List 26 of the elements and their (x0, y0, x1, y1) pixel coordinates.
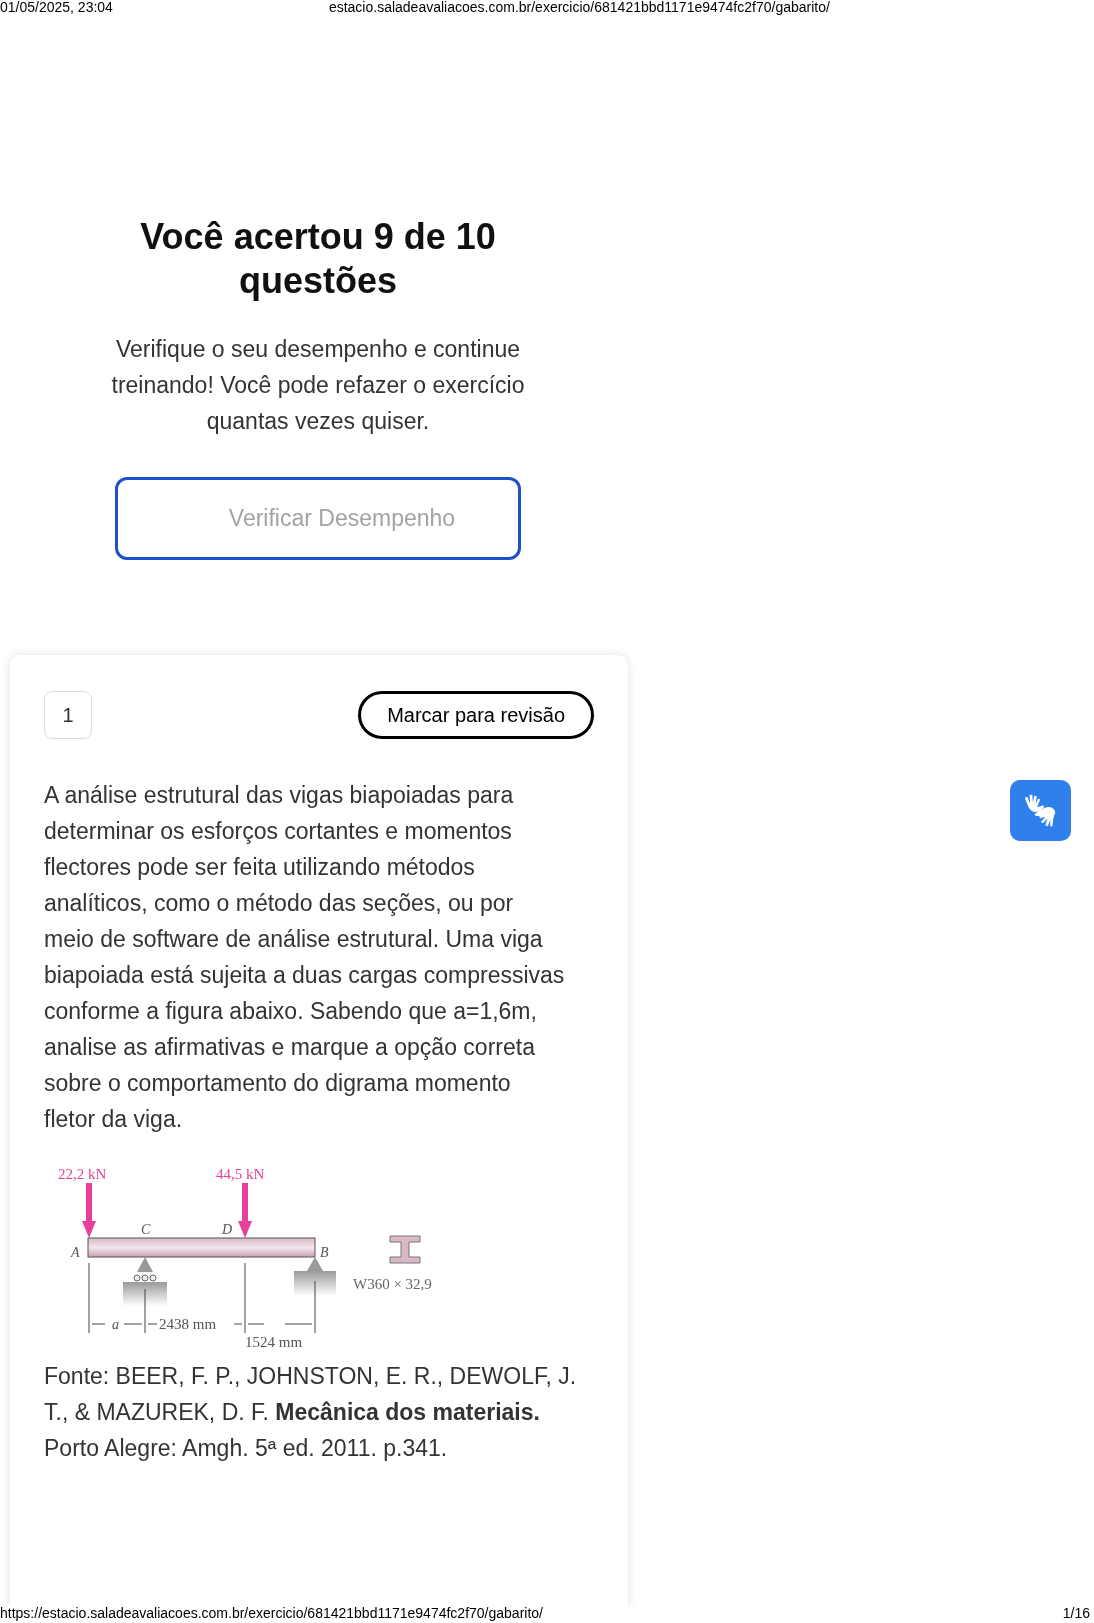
load-arrow (82, 1183, 96, 1238)
point-label: B (320, 1245, 329, 1260)
section-label: W360 × 32,9 (353, 1276, 432, 1292)
point-label: A (71, 1245, 80, 1260)
source-citation: Fonte: BEER, F. P., JOHNSTON, E. R., DEWOLF, J. T., & MAZUREK, D. F. Mecânica dos materiais. Porto Alegre: Amgh. 5ª ed. 2011. p.341. (44, 1362, 578, 1463)
point-label: C (141, 1222, 151, 1237)
result-message: Verifique o seu desempenho e continue treinando! Você pode refazer o exercício quantas vezes quiser. (110, 335, 526, 436)
dimension-label: 2438 mm (159, 1316, 217, 1332)
i-beam-section-icon (389, 1235, 421, 1264)
result-title: Você acertou 9 de 10 questões (139, 215, 497, 303)
question-statement: A análise estrutural das vigas biapoiadas para determinar os esforços cortantes e momentos flectores pode ser feita utilizando métodos analíticos, como o método das seções, ou por meio de software de análise estrutural. Uma viga biapoiada está sujeita a duas cargas compressivas conforme a figura abaixo. Sabendo que a=1,6m, analise as afirmativas e marque a opção correta sobre o comportamento do digrama momento fletor da viga. (44, 781, 566, 1134)
print-date: 01/05/2025, 23:04 (0, 0, 113, 17)
load-label: 22,2 kN (58, 1166, 107, 1182)
mark-for-review-button[interactable]: Marcar para revisão (358, 691, 594, 739)
dimension-label: a (112, 1317, 119, 1332)
load-label: 44,5 kN (216, 1166, 265, 1182)
point-label: D (222, 1222, 233, 1237)
page-number: 1/16 (1062, 1605, 1091, 1623)
load-arrow (238, 1183, 252, 1238)
page-url: https://estacio.saladeavaliacoes.com.br/exercicio/681421bbd1171e9474fc2f70/gabarito/ (0, 1605, 543, 1623)
question-number: 1 (44, 691, 92, 739)
dimension-label: 1524 mm (245, 1334, 303, 1350)
roller-support (123, 1257, 167, 1306)
accessibility-button[interactable] (1010, 780, 1071, 841)
pin-support (294, 1257, 336, 1296)
page-title: estacio.saladeavaliacoes.com.br/exercicio/681421bbd1171e9474fc2f70/gabarito/ (328, 0, 830, 17)
